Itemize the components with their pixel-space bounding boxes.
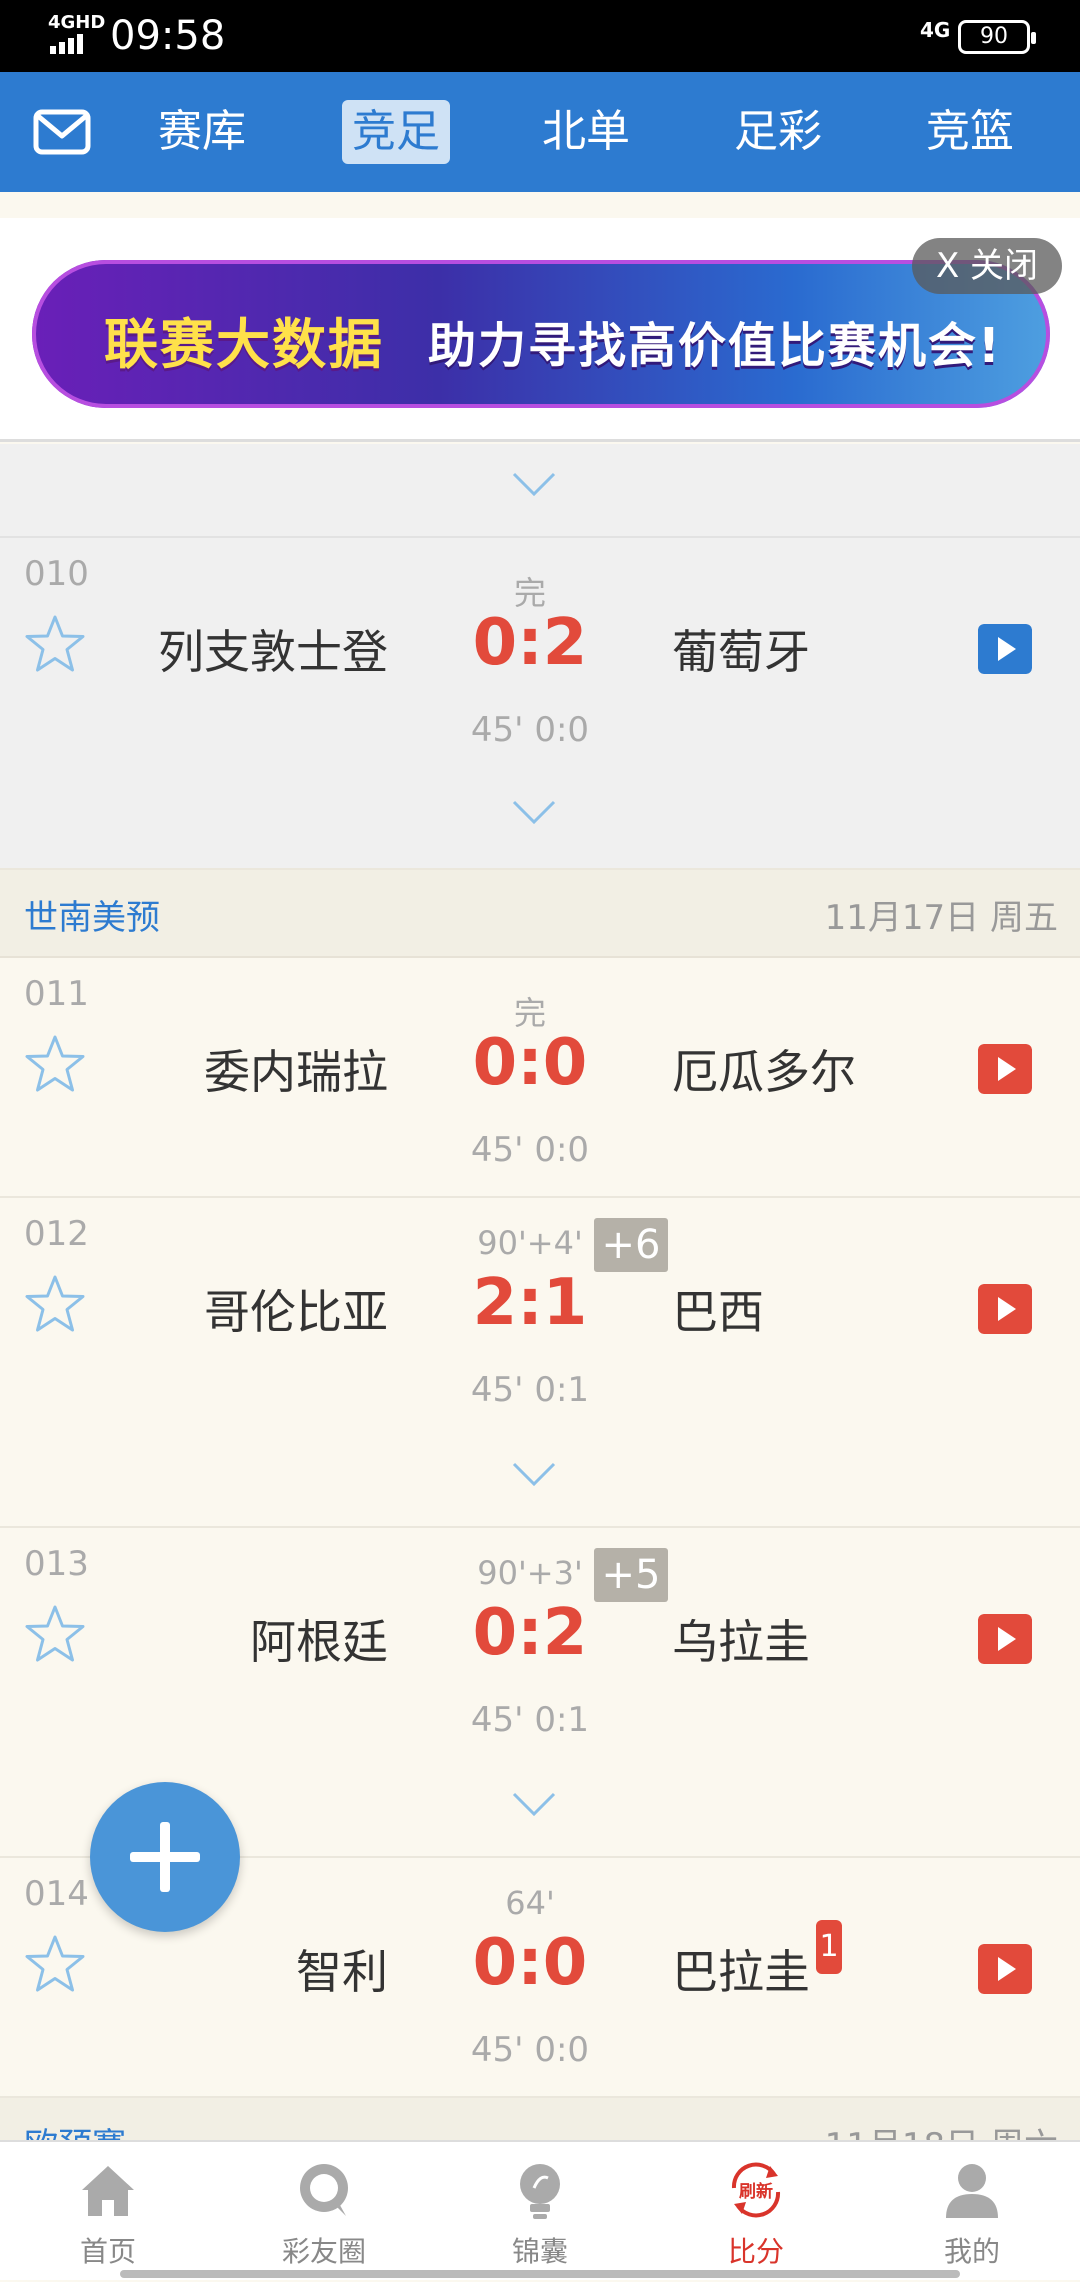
bottom-nav-label: 首页 [79, 2235, 136, 2268]
video-play-icon[interactable] [978, 1284, 1032, 1334]
chat-bubble-icon [300, 2164, 348, 2216]
battery-icon: 90 [958, 20, 1036, 54]
banner-text: 助力寻找高价值比赛机会! [428, 318, 1002, 374]
away-team: 厄瓜多尔 [672, 1045, 856, 1099]
away-team: 葡萄牙 [672, 625, 810, 679]
bottom-nav-circle[interactable]: 彩友圈 [216, 2142, 432, 2282]
halftime-score: 45' 0:1 [470, 1370, 590, 1410]
home-icon [82, 2166, 134, 2216]
chevron-down-icon[interactable] [512, 1462, 556, 1486]
away-team: 巴西 [672, 1285, 764, 1339]
chevron-down-icon [512, 472, 556, 496]
bottom-nav-label: 比分 [727, 2235, 784, 2268]
tab-jinglan[interactable]: 竞篮 [926, 100, 1014, 164]
home-team: 阿根廷 [250, 1615, 388, 1669]
match-score: 0:0 [472, 1926, 588, 2000]
match-number: 012 [24, 1214, 89, 1254]
halftime-score: 45' 0:1 [470, 1700, 590, 1740]
status-bar: 4GHD 09:58 4G 90 [0, 0, 1080, 72]
add-fab-button[interactable] [90, 1782, 240, 1932]
match-row-010[interactable]: 010 完 列支敦士登 0:2 葡萄牙 45' 0:0 [0, 538, 1080, 870]
match-score: 0:0 [472, 1026, 588, 1100]
added-time-badge: +5 [594, 1548, 668, 1602]
match-score: 0:2 [472, 606, 588, 680]
video-play-icon[interactable] [978, 1944, 1032, 1994]
clock: 09:58 [110, 13, 226, 59]
league-name: 世南美预 [24, 898, 160, 938]
top-nav: 赛库 竞足 北单 足彩 竞篮 [0, 72, 1080, 192]
tab-zucai[interactable]: 足彩 [734, 100, 822, 164]
bottom-nav-label: 彩友圈 [281, 2235, 366, 2268]
signal-bars-icon [50, 34, 86, 54]
match-score: 2:1 [472, 1266, 588, 1340]
bottom-nav-score[interactable]: 刷新 比分 [648, 2142, 864, 2282]
bottom-nav-home[interactable]: 首页 [0, 2142, 216, 2282]
home-team: 哥伦比亚 [204, 1285, 388, 1339]
user-icon [946, 2164, 998, 2218]
star-icon[interactable] [24, 1934, 86, 1994]
chevron-down-icon[interactable] [512, 800, 556, 824]
promo-banner[interactable]: 联赛大数据 助力寻找高价值比赛机会! [32, 260, 1050, 408]
match-number: 010 [24, 554, 89, 594]
refresh-icon-text: 刷新 [739, 2181, 773, 2202]
match-number: 011 [24, 974, 89, 1014]
bottom-nav-label: 我的 [943, 2235, 1000, 2268]
star-icon[interactable] [24, 1604, 86, 1664]
banner-area: 联赛大数据 助力寻找高价值比赛机会! X 关闭 [0, 218, 1080, 442]
banner-highlight: 联赛大数据 [104, 313, 384, 376]
match-row-011[interactable]: 011 完 委内瑞拉 0:0 厄瓜多尔 45' 0:0 [0, 958, 1080, 1198]
added-time-badge: +6 [594, 1218, 668, 1272]
tab-saiku[interactable]: 赛库 [158, 100, 246, 164]
bottom-nav-tips[interactable]: 锦囊 [432, 2142, 648, 2282]
match-score: 0:2 [472, 1596, 588, 1670]
league-date: 11月17日 周五 [824, 898, 1058, 938]
match-number: 014 [24, 1874, 89, 1914]
expand-strip[interactable] [0, 444, 1080, 538]
match-status: 64' [505, 1884, 555, 1922]
match-row-012[interactable]: 012 90'+4' +6 哥伦比亚 2:1 巴西 45' 0:1 [0, 1198, 1080, 1528]
close-ad-button[interactable]: X 关闭 [912, 238, 1062, 294]
lightbulb-icon [520, 2164, 560, 2219]
video-play-icon[interactable] [978, 624, 1032, 674]
halftime-score: 45' 0:0 [470, 1130, 590, 1170]
network-type: 4GHD [48, 12, 106, 33]
bottom-nav-me[interactable]: 我的 [864, 2142, 1080, 2282]
halftime-score: 45' 0:0 [470, 710, 590, 750]
signal-label: 4G [920, 18, 951, 42]
mail-icon[interactable] [30, 100, 94, 164]
star-icon[interactable] [24, 1274, 86, 1334]
halftime-score: 45' 0:0 [470, 2030, 590, 2070]
star-icon[interactable] [24, 1034, 86, 1094]
home-team: 智利 [296, 1945, 388, 1999]
home-indicator[interactable] [120, 2270, 960, 2278]
chevron-down-icon[interactable] [512, 1792, 556, 1816]
video-play-icon[interactable] [978, 1614, 1032, 1664]
away-team: 巴拉圭 [672, 1945, 810, 1999]
video-play-icon[interactable] [978, 1044, 1032, 1094]
star-icon[interactable] [24, 614, 86, 674]
bottom-nav-label: 锦囊 [511, 2235, 568, 2268]
away-team: 乌拉圭 [672, 1615, 810, 1669]
tab-beidan[interactable]: 北单 [542, 100, 630, 164]
home-team: 列支敦士登 [158, 625, 388, 679]
red-card-badge: 1 [816, 1920, 842, 1974]
league-header[interactable]: 世南美预 11月17日 周五 [0, 870, 1080, 958]
bottom-nav: 首页 彩友圈 锦囊 刷新 比分 我的 [0, 2140, 1080, 2280]
match-number: 013 [24, 1544, 89, 1584]
home-team: 委内瑞拉 [204, 1045, 388, 1099]
tab-jingzu[interactable]: 竞足 [342, 100, 450, 164]
refresh-icon: 刷新 [731, 2162, 781, 2218]
